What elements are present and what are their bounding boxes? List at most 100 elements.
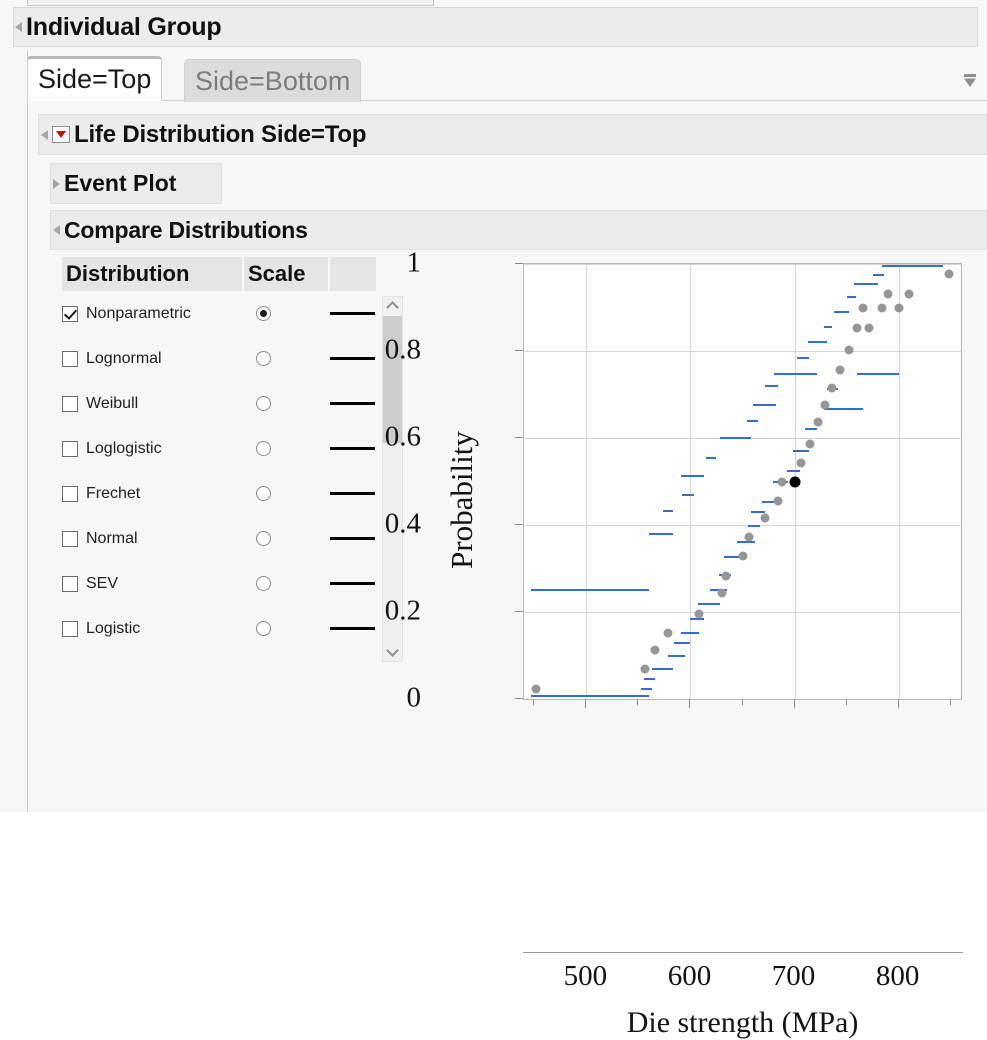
tab-side-top[interactable]: Side=Top [27, 56, 162, 101]
disclosure-triangle-open-icon[interactable] [53, 225, 60, 235]
x-axis-minor-tick-mark [742, 699, 743, 705]
tab-strip: Side=Top Side=Bottom [27, 52, 987, 101]
step-segment [824, 326, 832, 328]
radio-scale-weibull[interactable] [256, 396, 271, 411]
checkbox-weibull[interactable] [62, 396, 78, 412]
data-point[interactable] [640, 664, 649, 673]
line-style-swatch[interactable] [330, 402, 375, 405]
tab-side-bottom[interactable]: Side=Bottom [184, 59, 361, 102]
disclosure-triangle-open-icon[interactable] [41, 130, 48, 140]
data-point[interactable] [859, 303, 868, 312]
y-axis-title: Probability [444, 330, 480, 670]
distribution-label: Logistic [86, 620, 140, 638]
x-axis-minor-tick-mark [950, 699, 951, 705]
data-point[interactable] [836, 365, 845, 374]
line-style-cell[interactable] [326, 402, 378, 405]
data-point[interactable] [814, 417, 823, 426]
y-axis-tick-label: 0.8 [301, 334, 421, 367]
radio-scale-logistic[interactable] [256, 621, 271, 636]
radio-scale-frechet[interactable] [256, 486, 271, 501]
distribution-label: Nonparametric [86, 305, 191, 323]
scale-cell [242, 306, 326, 321]
outline-node-event-plot[interactable]: Event Plot [50, 163, 222, 204]
tab-strip-underline [27, 100, 987, 101]
line-style-swatch[interactable] [330, 312, 375, 315]
data-point[interactable] [694, 610, 703, 619]
gridline-horizontal [524, 351, 961, 352]
tab-list-dropdown-icon[interactable] [962, 74, 978, 88]
data-point[interactable] [761, 514, 770, 523]
x-axis-minor-tick-mark [637, 699, 638, 705]
data-point[interactable] [663, 628, 672, 637]
outline-node-life-distribution[interactable]: Life Distribution Side=Top [38, 114, 987, 155]
step-segment [857, 373, 899, 375]
data-point[interactable] [738, 552, 747, 561]
disclosure-triangle-open-icon[interactable] [15, 22, 22, 32]
radio-scale-lognormal[interactable] [256, 351, 271, 366]
x-axis-tick-label: 600 [668, 960, 712, 993]
data-point[interactable] [744, 533, 753, 542]
step-segment [531, 695, 649, 697]
data-point[interactable] [844, 346, 853, 355]
step-segment [808, 341, 827, 343]
data-point[interactable] [884, 290, 893, 299]
data-point[interactable] [852, 324, 861, 333]
data-point[interactable] [796, 458, 805, 467]
checkbox-loglogistic[interactable] [62, 441, 78, 457]
data-point[interactable] [894, 303, 903, 312]
y-axis-tick-mark [515, 698, 523, 699]
distribution-label: Normal [86, 530, 138, 548]
checkbox-frechet[interactable] [62, 486, 78, 502]
radio-scale-loglogistic[interactable] [256, 441, 271, 456]
line-style-cell[interactable] [326, 582, 378, 585]
distribution-row[interactable]: Nonparametric [62, 291, 378, 336]
chevron-down-icon[interactable] [383, 643, 402, 661]
step-segment [753, 404, 776, 406]
data-point[interactable] [944, 269, 953, 278]
step-segment [682, 494, 693, 496]
line-style-cell[interactable] [326, 312, 378, 315]
highlighted-data-point[interactable] [789, 476, 800, 487]
data-point[interactable] [865, 324, 874, 333]
data-point[interactable] [877, 303, 886, 312]
data-point[interactable] [820, 401, 829, 410]
checkbox-sev[interactable] [62, 576, 78, 592]
checkbox-nonparametric[interactable] [62, 306, 78, 322]
data-point[interactable] [651, 646, 660, 655]
scale-cell [242, 396, 326, 411]
data-point[interactable] [806, 439, 815, 448]
data-point[interactable] [778, 477, 787, 486]
gridline-horizontal [524, 612, 961, 613]
disclosure-triangle-closed-icon[interactable] [53, 179, 60, 189]
distribution-row[interactable]: Weibull [62, 381, 378, 426]
line-style-swatch[interactable] [330, 582, 375, 585]
data-point[interactable] [717, 589, 726, 598]
chevron-up-icon[interactable] [383, 297, 402, 315]
data-point[interactable] [827, 384, 836, 393]
radio-scale-nonparametric[interactable] [256, 306, 271, 321]
y-axis-tick-mark [515, 263, 523, 264]
plot-frame[interactable] [523, 263, 962, 700]
step-segment [854, 283, 878, 285]
radio-scale-normal[interactable] [256, 531, 271, 546]
checkbox-lognormal[interactable] [62, 351, 78, 367]
data-point[interactable] [721, 571, 730, 580]
data-point[interactable] [532, 685, 541, 694]
line-style-swatch[interactable] [330, 492, 375, 495]
radio-scale-sev[interactable] [256, 576, 271, 591]
step-segment [793, 450, 809, 452]
data-point[interactable] [904, 290, 913, 299]
red-triangle-menu-icon[interactable] [52, 126, 70, 143]
outline-node-individual-group[interactable]: Individual Group [13, 7, 978, 47]
checkbox-normal[interactable] [62, 531, 78, 547]
step-segment [747, 420, 758, 422]
page-title: Individual Group [26, 13, 221, 42]
y-axis-tick-label: 1 [301, 247, 421, 280]
gridline-horizontal [524, 525, 961, 526]
column-header-distribution: Distribution [62, 257, 242, 291]
outline-node-compare-distributions[interactable]: Compare Distributions [50, 210, 987, 250]
line-style-cell[interactable] [326, 492, 378, 495]
data-point[interactable] [773, 497, 782, 506]
checkbox-logistic[interactable] [62, 621, 78, 637]
step-segment [737, 541, 755, 543]
